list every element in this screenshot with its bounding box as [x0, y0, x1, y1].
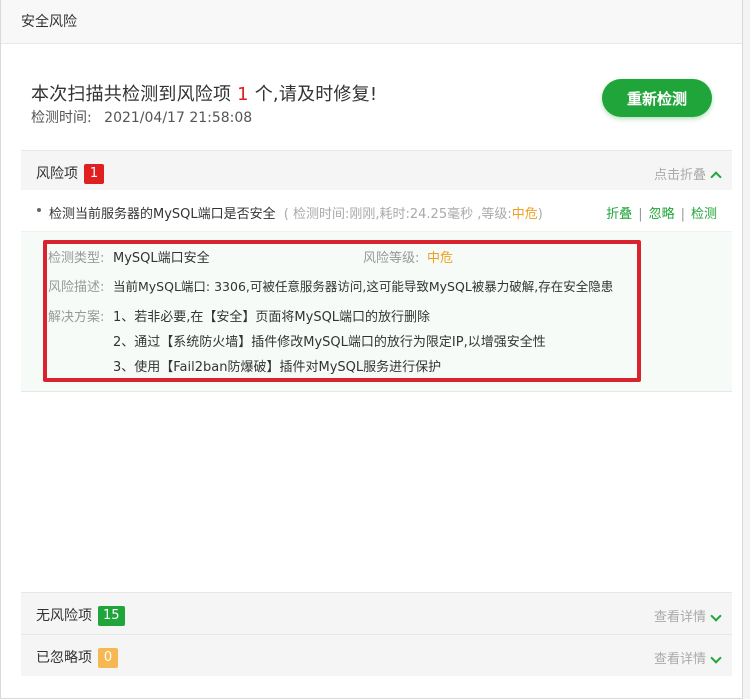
chevron-down-icon	[710, 651, 722, 664]
risk-item-actions: 折叠 | 忽略 | 检测	[606, 203, 717, 222]
ignore-link[interactable]: 忽略	[649, 207, 675, 222]
view-details-toggle[interactable]: 查看详情	[654, 648, 722, 667]
ignored-count-badge: 0	[98, 648, 118, 668]
risk-item-meta: ( 检测时间:刚刚,耗时:24.25毫秒 ,等级:中危)	[283, 207, 543, 222]
scan-time: 检测时间: 2021/04/17 21:58:08	[31, 107, 252, 127]
risk-description-value: 当前MySQL端口: 3306,可被任意服务器访问,这可能导致MySQL被暴力破…	[113, 279, 614, 294]
check-link[interactable]: 检测	[691, 207, 717, 222]
detection-type-value: MySQL端口安全	[113, 251, 210, 266]
ignored-section-label: 已忽略项	[36, 650, 92, 666]
collapse-toggle[interactable]: 点击折叠	[654, 164, 722, 183]
content-area	[21, 392, 732, 592]
risk-count-badge: 1	[84, 164, 104, 184]
risk-item-title: 检测当前服务器的MySQL端口是否安全	[49, 207, 276, 222]
risk-level-label: 风险等级:	[363, 251, 420, 266]
solution-item: 2、通过【系统防火墙】插件修改MySQL端口的放行为限定IP,以增强安全性	[113, 335, 546, 350]
risk-section-label: 风险项	[36, 166, 78, 182]
detection-type-label: 检测类型:	[48, 251, 105, 266]
risk-detail-panel: 检测类型: MySQL端口安全 风险等级: 中危 风险描述: 当前MySQL端口…	[21, 232, 732, 392]
dialog-title: 安全风险	[1, 0, 742, 44]
scan-summary: 本次扫描共检测到风险项 1 个,请及时修复! 检测时间: 2021/04/17 …	[1, 44, 742, 150]
ignored-section-header[interactable]: 已忽略项 0 查看详情	[21, 634, 732, 676]
no-risk-section-label: 无风险项	[36, 608, 92, 624]
collapse-link[interactable]: 折叠	[606, 207, 632, 222]
solution-item: 1、若非必要,在【安全】页面将MySQL端口的放行删除	[113, 310, 431, 325]
divider: |	[680, 207, 685, 222]
chevron-up-icon	[710, 170, 722, 183]
view-details-toggle[interactable]: 查看详情	[654, 606, 722, 625]
risk-item-row: 检测当前服务器的MySQL端口是否安全 ( 检测时间:刚刚,耗时:24.25毫秒…	[21, 190, 732, 232]
solution-item: 3、使用【Fail2ban防爆破】插件对MySQL服务进行保护	[113, 360, 442, 375]
security-risk-dialog: 安全风险 本次扫描共检测到风险项 1 个,请及时修复! 检测时间: 2021/0…	[0, 0, 743, 699]
risk-description-label: 风险描述:	[48, 280, 105, 295]
risk-item-level: 中危	[511, 207, 538, 222]
chevron-down-icon	[710, 609, 722, 622]
risk-level-value: 中危	[427, 251, 454, 266]
solution-label: 解决方案:	[48, 310, 105, 325]
scan-time-value: 2021/04/17 21:58:08	[104, 110, 253, 126]
no-risk-section-header[interactable]: 无风险项 15 查看详情	[21, 592, 732, 634]
no-risk-count-badge: 15	[98, 606, 125, 626]
scan-time-label: 检测时间:	[31, 110, 92, 126]
divider: |	[638, 207, 643, 222]
summary-text: 本次扫描共检测到风险项 1 个,请及时修复!	[31, 84, 378, 105]
bullet-icon	[37, 208, 41, 212]
recheck-button[interactable]: 重新检测	[602, 79, 712, 117]
risk-section-header[interactable]: 风险项 1 点击折叠	[21, 150, 732, 192]
risk-count: 1	[237, 84, 249, 105]
